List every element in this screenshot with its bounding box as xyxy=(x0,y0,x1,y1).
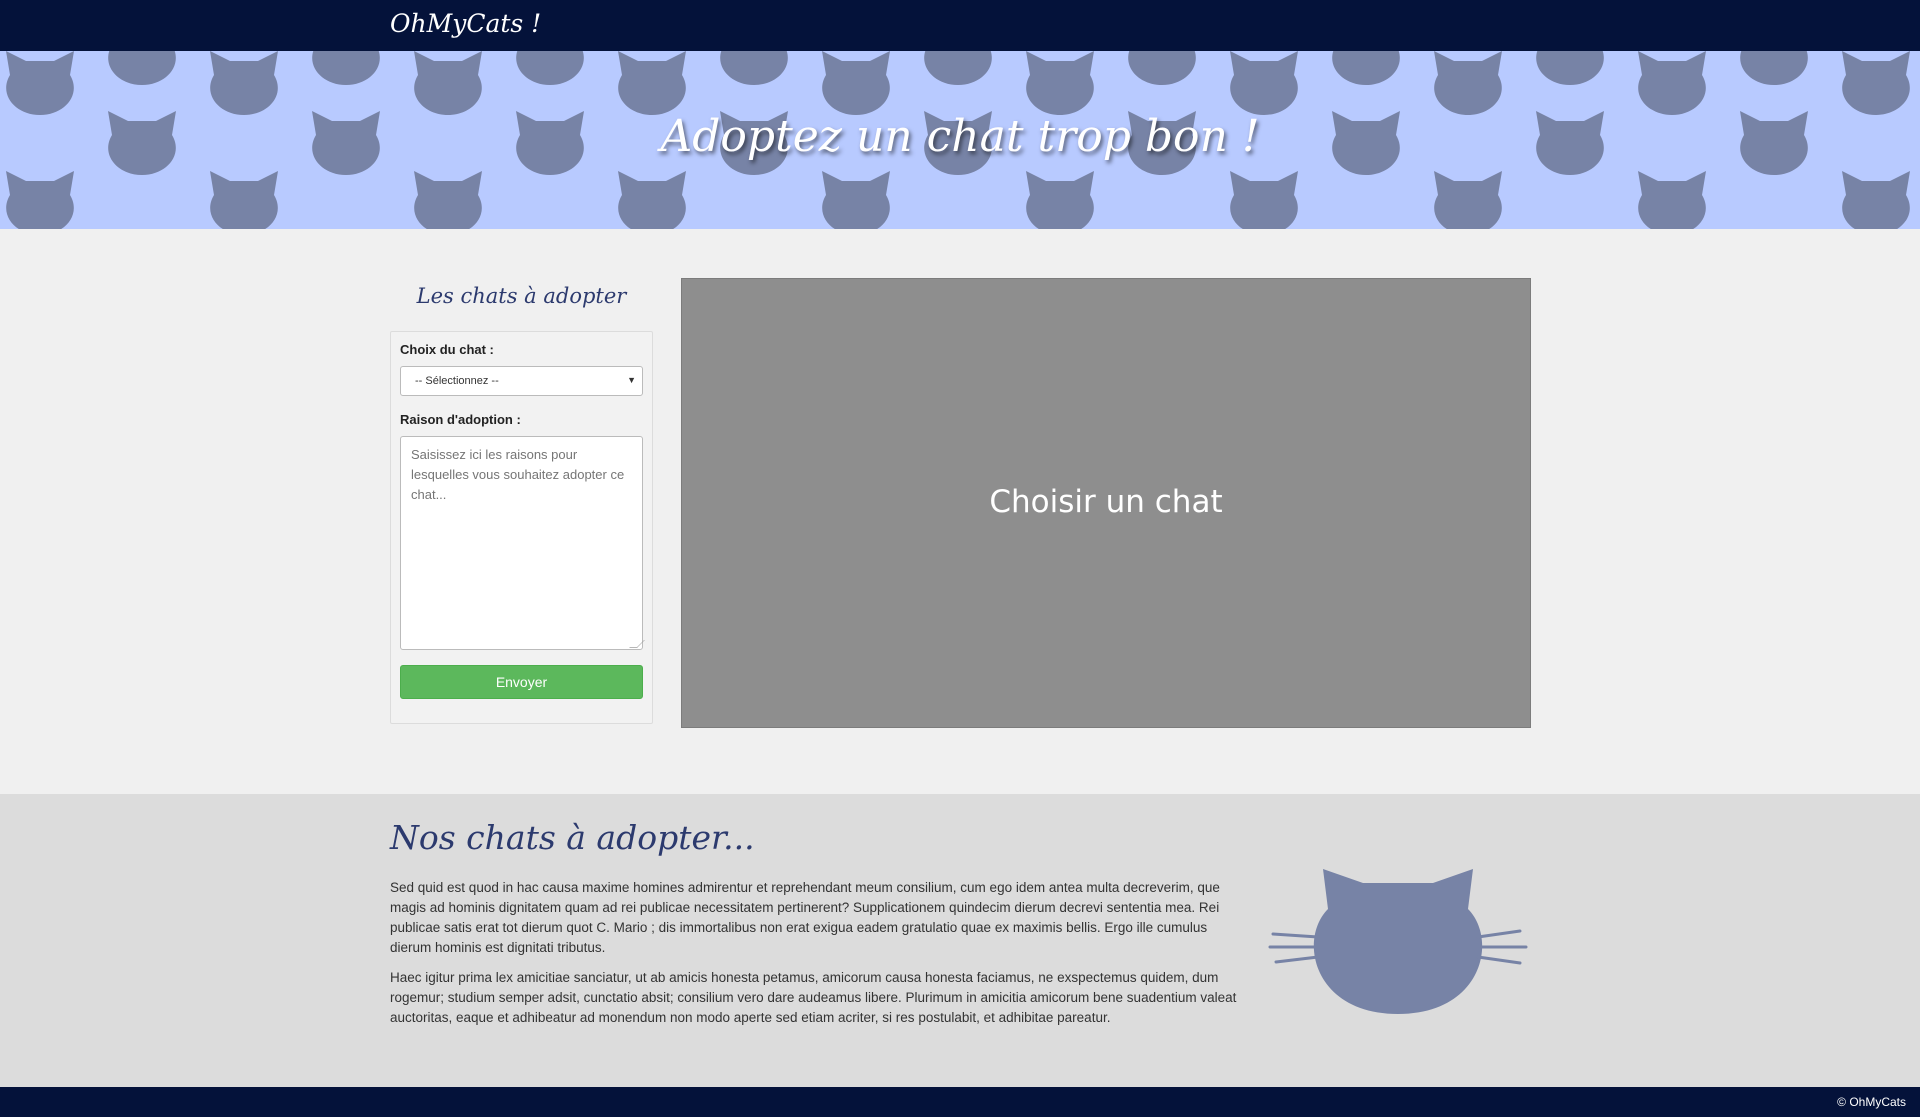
copyright: © OhMyCats xyxy=(1837,1095,1906,1109)
cat-head-icon xyxy=(414,171,482,229)
reason-textarea[interactable] xyxy=(400,436,643,650)
cat-head-icon xyxy=(924,51,992,85)
cat-head-icon xyxy=(1026,171,1094,229)
hero-banner: Adoptez un chat trop bon ! xyxy=(0,51,1920,229)
caret-down-icon: ▼ xyxy=(627,375,636,385)
reason-label: Raison d'adoption : xyxy=(400,412,521,427)
about-paragraph-2: Haec igitur prima lex amicitiae sanciatu… xyxy=(390,970,1237,1025)
cat-head-icon xyxy=(1842,171,1910,229)
cat-head-icon xyxy=(1434,171,1502,229)
about-paragraph-1: Sed quid est quod in hac causa maxime ho… xyxy=(390,880,1220,955)
cat-head-icon xyxy=(210,171,278,229)
cat-preview-placeholder: Choisir un chat xyxy=(989,484,1223,520)
cat-head-icon xyxy=(618,51,686,115)
cat-head-icon xyxy=(6,171,74,229)
about-section: Nos chats à adopter... Sed quid est quod… xyxy=(0,794,1920,1087)
hero-title: Adoptez un chat trop bon ! xyxy=(660,111,1260,162)
cat-head-icon xyxy=(312,51,380,85)
cat-head-icon xyxy=(618,171,686,229)
cat-head-icon xyxy=(1638,51,1706,115)
cat-head-icon xyxy=(1128,51,1196,85)
cat-head-icon xyxy=(6,51,74,115)
cat-head-icon xyxy=(1638,171,1706,229)
cat-head-icon xyxy=(1230,171,1298,229)
cat-head-icon xyxy=(1230,51,1298,115)
adoption-section: Les chats à adopter Choix du chat : -- S… xyxy=(0,229,1920,794)
submit-button[interactable]: Envoyer xyxy=(400,665,643,699)
cat-head-icon xyxy=(414,51,482,115)
cat-select-value: -- Sélectionnez -- xyxy=(415,375,499,387)
cat-head-icon xyxy=(210,51,278,115)
cat-preview-panel: Choisir un chat xyxy=(681,278,1531,728)
sidebar-title: Les chats à adopter xyxy=(416,284,627,308)
cat-head-icon xyxy=(1026,51,1094,115)
cat-head-icon xyxy=(1332,51,1400,85)
cat-head-icon xyxy=(1536,51,1604,85)
cat-head-icon xyxy=(1842,51,1910,115)
cat-head-icon xyxy=(720,51,788,85)
cat-select[interactable]: -- Sélectionnez -- ▼ xyxy=(400,366,643,396)
brand-logo[interactable]: OhMyCats ! xyxy=(390,9,541,38)
about-title: Nos chats à adopter... xyxy=(390,818,755,857)
cat-head-icon xyxy=(1434,51,1502,115)
navbar: OhMyCats ! xyxy=(0,0,1920,51)
adoption-form: Choix du chat : -- Sélectionnez -- ▼ Rai… xyxy=(390,331,653,724)
cat-choice-label: Choix du chat : xyxy=(400,342,494,357)
cat-head-icon xyxy=(1740,51,1808,85)
cat-head-icon xyxy=(108,51,176,85)
cat-face-icon xyxy=(1268,869,1528,1014)
cat-head-icon xyxy=(516,51,584,85)
cat-head-icon xyxy=(822,171,890,229)
cat-head-icon xyxy=(822,51,890,115)
footer: © OhMyCats xyxy=(0,1087,1920,1117)
